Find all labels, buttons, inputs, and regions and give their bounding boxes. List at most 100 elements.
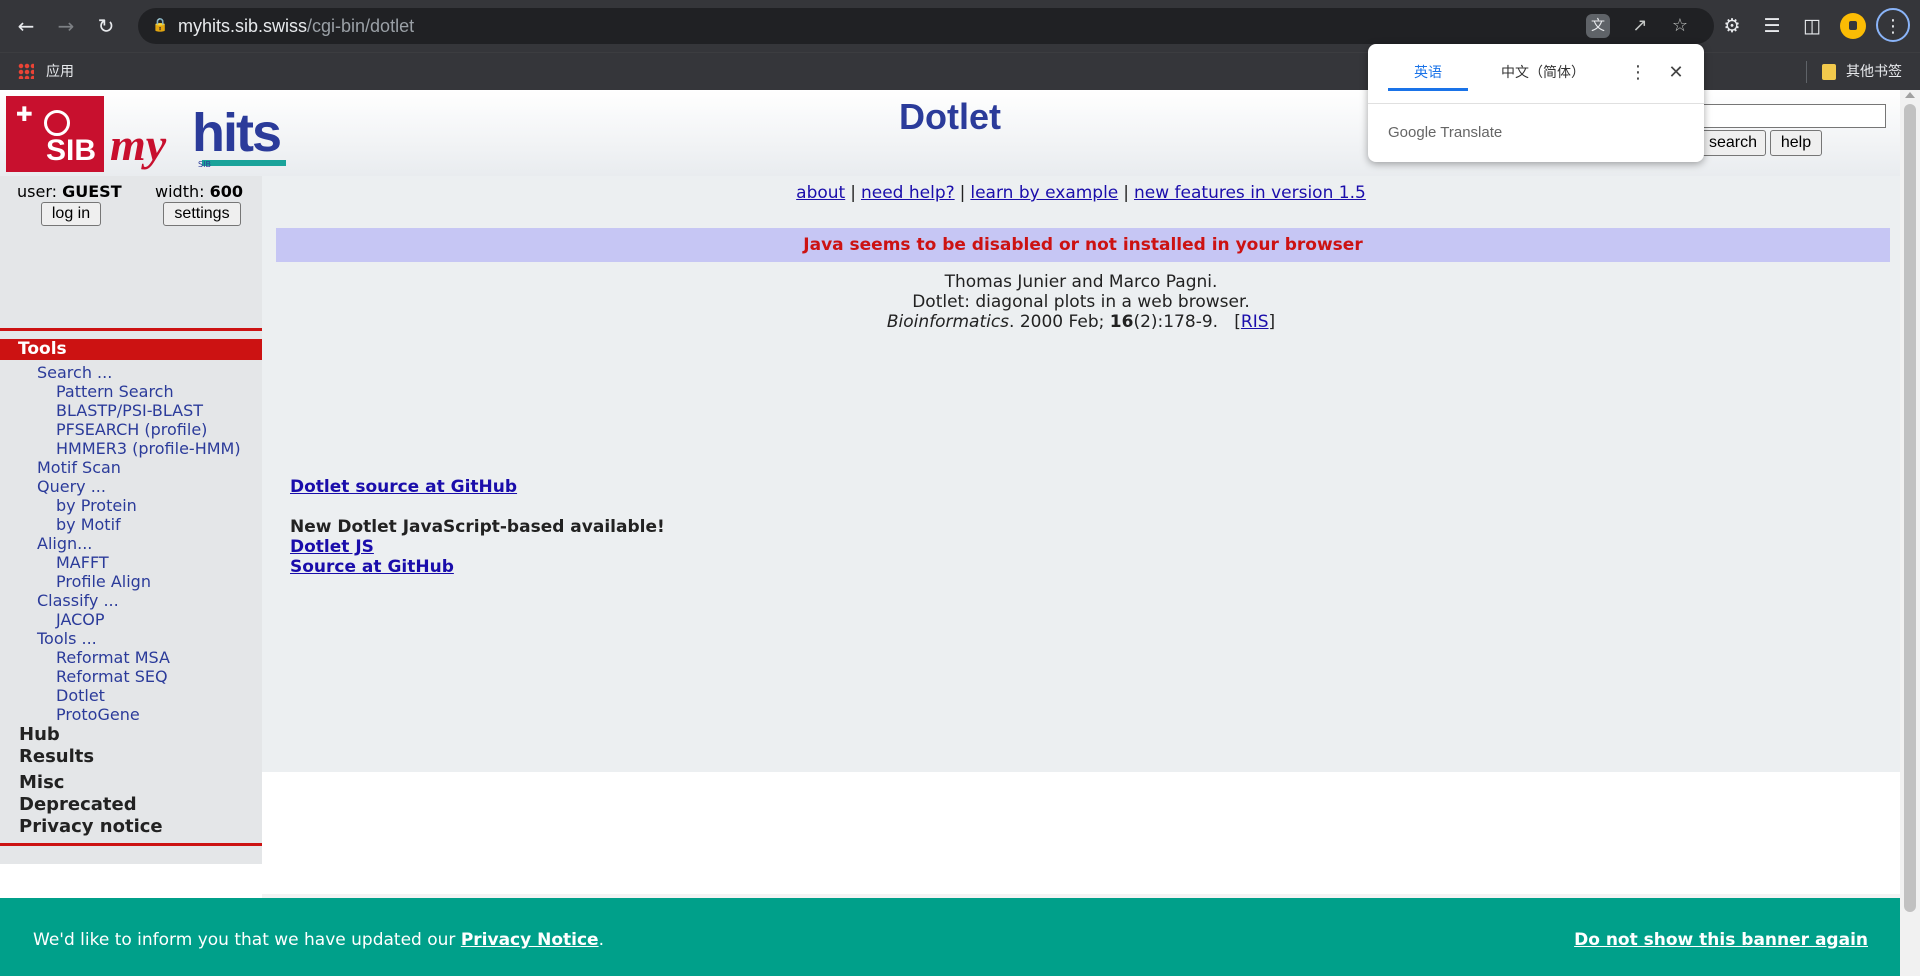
menu-hmmer3[interactable]: HMMER3 (profile-HMM) <box>56 439 241 458</box>
user-info: user: GUEST <box>17 182 122 201</box>
section-deprecated[interactable]: Deprecated <box>19 794 137 816</box>
java-warning: Java seems to be disabled or not install… <box>276 228 1890 262</box>
popup-divider <box>1368 103 1704 104</box>
user-value: GUEST <box>62 182 122 201</box>
profile-avatar[interactable] <box>1840 13 1866 39</box>
section-privacy[interactable]: Privacy notice <box>19 816 163 838</box>
reload-icon[interactable]: ↻ <box>92 12 120 40</box>
link-separator: | <box>850 183 856 203</box>
divider-bottom <box>0 843 262 846</box>
menu-motif-scan[interactable]: Motif Scan <box>37 458 121 477</box>
tab-target-language[interactable]: 中文（简体） <box>1478 58 1608 88</box>
menu-jacop[interactable]: JACOP <box>56 610 105 629</box>
search-input[interactable] <box>1686 104 1886 128</box>
menu-by-protein[interactable]: by Protein <box>56 496 137 515</box>
menu-classify[interactable]: Classify ... <box>37 591 119 610</box>
source-github-link[interactable]: Source at GitHub <box>290 557 454 577</box>
link-need-help[interactable]: need help? <box>861 183 955 203</box>
width-info: width: 600 <box>155 182 243 201</box>
main-content: about | need help? | learn by example | new fe… <box>262 176 1900 772</box>
citation-authors: Thomas Junier and Marco Pagni. <box>944 272 1218 292</box>
translate-icon[interactable]: 文 <box>1586 14 1610 38</box>
browser-menu-icon[interactable]: ⋮ <box>1876 8 1910 42</box>
menu-blastp[interactable]: BLASTP/PSI-BLAST <box>56 401 203 420</box>
menu-query[interactable]: Query ... <box>37 477 106 496</box>
bookmark-apps[interactable]: 应用 <box>46 53 74 91</box>
menu-dotlet[interactable]: Dotlet <box>56 686 105 705</box>
citation-volume: 16 <box>1109 312 1134 332</box>
menu-align[interactable]: Align... <box>37 534 92 553</box>
bookmark-other[interactable]: 其他书签 <box>1846 53 1902 91</box>
divider <box>0 328 262 331</box>
section-hub[interactable]: Hub <box>19 724 60 746</box>
scrollbar[interactable] <box>1900 90 1920 976</box>
menu-mafft[interactable]: MAFFT <box>56 553 109 572</box>
ris-bracket: ] <box>1268 312 1276 332</box>
width-label: width: <box>155 182 205 201</box>
translate-popup: 英语 中文（简体） ⋮ ✕ Google Translate <box>1368 44 1704 162</box>
share-icon[interactable]: ↗ <box>1628 14 1652 38</box>
page-blank-left <box>0 864 262 898</box>
sidebar: user: GUEST width: 600 log in settings T… <box>0 176 262 772</box>
menu-reformat-seq[interactable]: Reformat SEQ <box>56 667 168 686</box>
menu-tools[interactable]: Tools ... <box>37 629 97 648</box>
bookmark-star-icon[interactable]: ☆ <box>1668 14 1692 38</box>
menu-profile-align[interactable]: Profile Align <box>56 572 151 591</box>
menu-pattern-search[interactable]: Pattern Search <box>56 382 174 401</box>
lock-icon[interactable]: 🔒 <box>152 16 168 36</box>
top-links: about | need help? | learn by example | new fe… <box>262 183 1900 203</box>
menu-reformat-msa[interactable]: Reformat MSA <box>56 648 170 667</box>
privacy-suffix: . <box>598 930 604 950</box>
dotlet-github-link[interactable]: Dotlet source at GitHub <box>290 477 517 497</box>
back-icon[interactable]: ← <box>12 12 40 40</box>
citation-journal: Bioinformatics <box>886 312 1010 332</box>
privacy-prefix: We'd like to inform you that we have upd… <box>33 930 461 950</box>
sib-logo-text: SIB <box>45 134 96 167</box>
new-notice: New Dotlet JavaScript-based available! <box>290 517 665 537</box>
url-text[interactable]: myhits.sib.swiss/cgi-bin/dotlet <box>178 8 414 44</box>
reading-list-icon[interactable]: ☰ <box>1758 12 1786 40</box>
tools-heading[interactable]: Tools <box>0 339 262 360</box>
ris-link[interactable]: RIS <box>1241 312 1269 332</box>
login-button[interactable]: log in <box>41 202 101 226</box>
more-options-icon[interactable]: ⋮ <box>1628 60 1648 86</box>
web-page: ✚ SIB my hits SIB Dotlet search help use… <box>0 90 1900 976</box>
section-results[interactable]: Results <box>19 746 94 768</box>
menu-search[interactable]: Search ... <box>37 363 112 382</box>
page-blank <box>262 772 1900 894</box>
close-icon[interactable]: ✕ <box>1666 60 1686 86</box>
address-bar[interactable]: 🔒 myhits.sib.swiss/cgi-bin/dotlet 文 ↗ ☆ <box>138 8 1714 44</box>
link-new-features[interactable]: new features in version 1.5 <box>1134 183 1366 203</box>
privacy-notice-link[interactable]: Privacy Notice <box>461 930 599 950</box>
section-misc[interactable]: Misc <box>19 772 64 794</box>
ris-bracket: [ <box>1234 312 1241 332</box>
link-learn-by-example[interactable]: learn by example <box>970 183 1118 203</box>
help-button[interactable]: help <box>1770 130 1822 156</box>
logo-sub: SIB <box>198 160 211 169</box>
dotlet-js-link[interactable]: Dotlet JS <box>290 537 374 557</box>
link-about[interactable]: about <box>796 183 845 203</box>
apps-grid-icon[interactable] <box>18 63 34 79</box>
citation-title: Dotlet: diagonal plots in a web browser. <box>912 292 1250 312</box>
forward-icon[interactable]: → <box>52 12 80 40</box>
menu-protogene[interactable]: ProtoGene <box>56 705 140 724</box>
bookmark-separator <box>1806 61 1807 83</box>
menu-pfsearch[interactable]: PFSEARCH (profile) <box>56 420 207 439</box>
menu-by-motif[interactable]: by Motif <box>56 515 121 534</box>
user-label: user: <box>17 182 58 201</box>
settings-button[interactable]: settings <box>163 202 241 226</box>
side-panel-icon[interactable]: ◫ <box>1798 12 1826 40</box>
tab-source-language[interactable]: 英语 <box>1388 58 1468 91</box>
citation-reference: Bioinformatics. 2000 Feb; 16(2):178-9. [… <box>262 312 1900 332</box>
google-translate-brand: Google Translate <box>1388 124 1503 141</box>
citation: Thomas Junier and Marco Pagni. Dotlet: d… <box>262 272 1900 332</box>
dismiss-banner-link[interactable]: Do not show this banner again <box>1574 898 1868 976</box>
privacy-message: We'd like to inform you that we have upd… <box>33 898 604 976</box>
sidebar-lower: Misc Deprecated Privacy notice <box>0 772 262 864</box>
search-button[interactable]: search <box>1700 130 1766 156</box>
scroll-thumb[interactable] <box>1904 104 1916 912</box>
extensions-icon[interactable]: ⚙ <box>1718 12 1746 40</box>
link-separator: | <box>1123 183 1130 203</box>
width-value: 600 <box>209 182 243 201</box>
scroll-up-icon[interactable] <box>1905 92 1915 98</box>
